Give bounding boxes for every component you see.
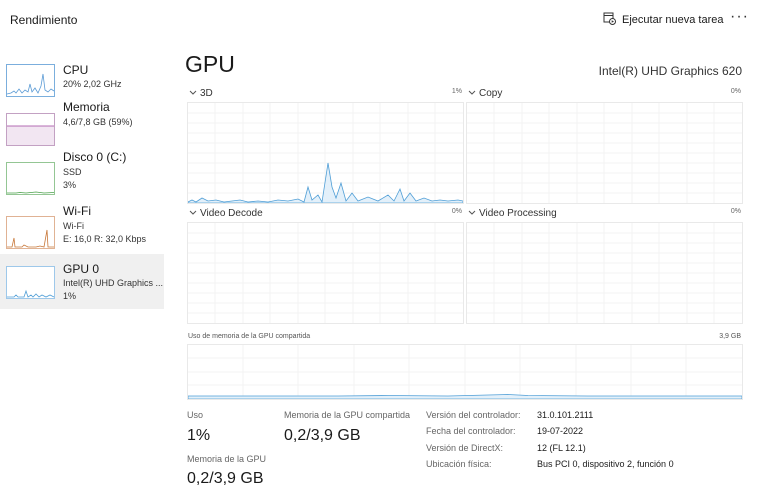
physical-location-label: Ubicación física: bbox=[426, 459, 492, 469]
sidebar-item-detail: 4,6/7,8 GB (59%) bbox=[63, 117, 133, 127]
panel-video-processing: Video Processing 0% bbox=[466, 208, 743, 326]
header-bar: Rendimiento Ejecutar nueva tarea ··· bbox=[0, 0, 762, 38]
panel-copy-label: Copy bbox=[479, 88, 503, 99]
sidebar-item-name: Wi-Fi bbox=[63, 204, 91, 218]
shared-memory-graph-label: Uso de memoria de la GPU compartida bbox=[188, 333, 311, 340]
graph-video-processing bbox=[466, 222, 743, 324]
panel-video-decode: Video Decode 0% bbox=[187, 208, 464, 326]
gpu-thumbnail-graph bbox=[6, 266, 55, 299]
shared-memory-label: Memoria de la GPU compartida bbox=[284, 410, 411, 420]
panel-copy-selector[interactable]: Copy bbox=[468, 88, 502, 99]
sidebar-item-detail: SSD bbox=[63, 167, 82, 177]
sidebar-item-memory[interactable]: Memoria 4,6/7,8 GB (59%) bbox=[0, 99, 164, 153]
sidebar-item-name: Disco 0 (C:) bbox=[63, 150, 127, 164]
sidebar-item-detail-2: 1% bbox=[63, 291, 77, 301]
usage-label: Uso bbox=[187, 410, 204, 420]
sidebar-item-disk[interactable]: Disco 0 (C:) SSD 3% bbox=[0, 148, 164, 202]
sidebar-item-wifi[interactable]: Wi-Fi Wi-Fi E: 16,0 R: 32,0 Kbps bbox=[0, 202, 164, 256]
gpu-model-name: Intel(R) UHD Graphics 620 bbox=[598, 64, 742, 78]
gpu-heading: GPU bbox=[185, 51, 235, 77]
sidebar-item-name: CPU bbox=[63, 63, 89, 77]
physical-location-value: Bus PCI 0, dispositivo 2, función 0 bbox=[537, 459, 674, 469]
panel-3d-label: 3D bbox=[200, 88, 213, 99]
sidebar-item-detail-2: 3% bbox=[63, 180, 77, 190]
shared-memory-graph-max: 3,9 GB bbox=[719, 333, 741, 340]
panel-3d: 3D 1% bbox=[187, 88, 464, 206]
panel-3d-percent: 1% bbox=[451, 88, 462, 95]
gpu-memory-value: 0,2/3,9 GB bbox=[187, 470, 264, 487]
graph-copy bbox=[466, 102, 743, 204]
sidebar-item-gpu0[interactable]: GPU 0 Intel(R) UHD Graphics ... 1% bbox=[0, 254, 164, 309]
panel-video-processing-percent: 0% bbox=[730, 208, 741, 215]
sidebar-item-detail: Intel(R) UHD Graphics ... bbox=[63, 278, 164, 288]
sidebar-item-detail-2: E: 16,0 R: 32,0 Kbps bbox=[63, 234, 147, 244]
sidebar-item-name: Memoria bbox=[63, 100, 110, 114]
graph-video-decode bbox=[187, 222, 464, 324]
panel-3d-selector[interactable]: 3D bbox=[189, 88, 213, 99]
usage-value: 1% bbox=[187, 427, 211, 444]
panel-video-decode-selector[interactable]: Video Decode bbox=[189, 208, 263, 219]
wifi-thumbnail-graph bbox=[6, 216, 55, 249]
page-title: Rendimiento bbox=[10, 13, 78, 27]
run-task-label: Ejecutar nueva tarea bbox=[622, 14, 724, 26]
directx-version-value: 12 (FL 12.1) bbox=[537, 443, 586, 453]
panel-video-decode-percent: 0% bbox=[451, 208, 462, 215]
graph-3d bbox=[187, 102, 464, 204]
cpu-thumbnail-graph bbox=[6, 64, 55, 97]
driver-date-value: 19-07-2022 bbox=[537, 426, 584, 436]
directx-version-label: Versión de DirectX: bbox=[426, 443, 504, 453]
more-options-icon[interactable]: ··· bbox=[730, 8, 749, 26]
panel-copy: Copy 0% bbox=[466, 88, 743, 206]
driver-version-label: Versión del controlador: bbox=[426, 410, 521, 420]
graph-shared-memory bbox=[187, 344, 743, 400]
shared-memory-value: 0,2/3,9 GB bbox=[284, 427, 361, 444]
gpu-memory-label: Memoria de la GPU bbox=[187, 454, 267, 464]
sidebar-item-name: GPU 0 bbox=[63, 262, 100, 276]
panel-video-processing-label: Video Processing bbox=[479, 208, 557, 219]
panel-video-decode-label: Video Decode bbox=[200, 208, 263, 219]
run-task-icon bbox=[603, 12, 616, 28]
chevron-down-icon bbox=[468, 208, 476, 219]
memory-thumbnail-graph bbox=[6, 113, 55, 146]
chevron-down-icon bbox=[189, 208, 197, 219]
chevron-down-icon bbox=[189, 88, 197, 99]
panel-copy-percent: 0% bbox=[730, 88, 741, 95]
sidebar-item-detail: Wi-Fi bbox=[63, 221, 84, 231]
disk-thumbnail-graph bbox=[6, 162, 55, 195]
driver-version-value: 31.0.101.2111 bbox=[537, 410, 594, 420]
sidebar-item-detail: 20% 2,02 GHz bbox=[63, 79, 122, 89]
panel-video-processing-selector[interactable]: Video Processing bbox=[468, 208, 557, 219]
run-new-task-button[interactable]: Ejecutar nueva tarea bbox=[603, 10, 724, 30]
driver-date-label: Fecha del controlador: bbox=[426, 426, 516, 436]
chevron-down-icon bbox=[468, 88, 476, 99]
sidebar: CPU 20% 2,02 GHz Memoria 4,6/7,8 GB (59%… bbox=[0, 40, 166, 500]
sidebar-item-cpu[interactable]: CPU 20% 2,02 GHz bbox=[0, 50, 164, 104]
